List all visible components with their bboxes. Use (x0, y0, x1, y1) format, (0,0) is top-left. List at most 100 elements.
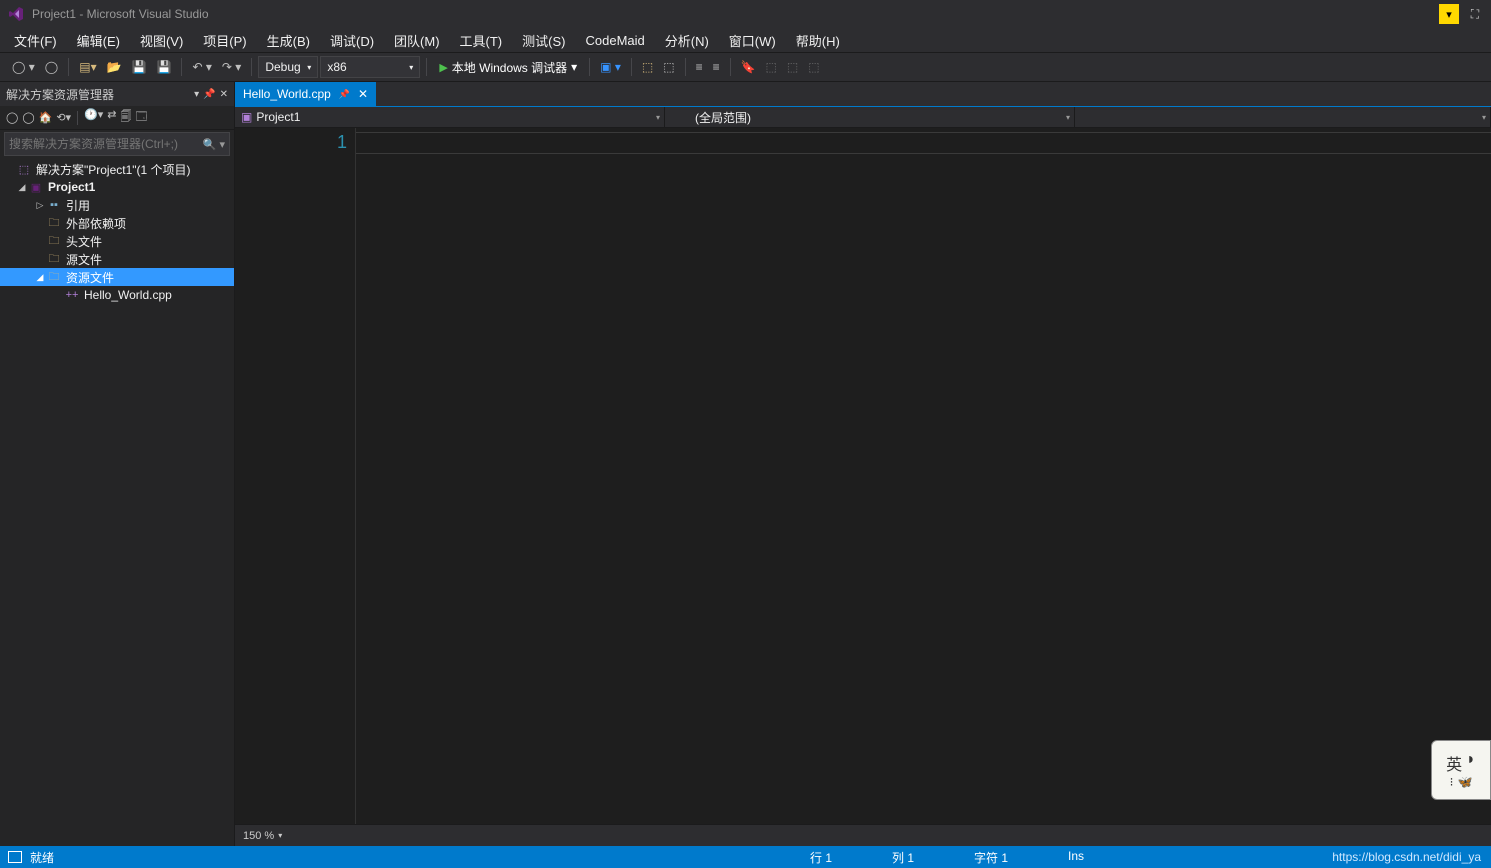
editor-tab-active[interactable]: Hello_World.cpp 📌 ✕ (235, 82, 376, 106)
ime-widget[interactable]: 英◗ ⁝🦋 (1431, 740, 1491, 800)
pin-icon[interactable]: 📌 (339, 89, 350, 100)
platform-dropdown[interactable]: x86▾ (320, 56, 420, 78)
nav-forward-icon[interactable]: ◯ (41, 56, 62, 78)
moon-icon: ◗ (1466, 751, 1476, 775)
refresh-icon[interactable]: 🕐▾ (84, 108, 103, 127)
ime-lang: 英 (1446, 751, 1462, 775)
main-toolbar: ◯ ▾ ◯ ▤▾ 📂 💾 💾 ↶ ▾ ↷ ▾ Debug▾ x86▾ ▶本地 W… (0, 52, 1491, 82)
search-icon[interactable]: 🔍 ▾ (203, 138, 225, 151)
properties-icon[interactable]: 🗔 (136, 108, 148, 127)
tab-label: Hello_World.cpp (243, 87, 331, 101)
close-icon[interactable]: ✕ (220, 89, 228, 100)
status-line: 行 1 (810, 849, 832, 866)
zoom-level[interactable]: 150 % (243, 830, 274, 842)
current-line-highlight (356, 132, 1491, 154)
line-gutter: 1 (235, 128, 355, 824)
bookmark-icon[interactable]: 🔖 (737, 56, 760, 78)
status-mode-icon[interactable] (8, 851, 22, 863)
code-surface[interactable] (355, 128, 1491, 824)
menu-edit[interactable]: 编辑(E) (67, 29, 130, 52)
menu-test[interactable]: 测试(S) (512, 29, 575, 52)
line-number: 1 (235, 132, 347, 153)
separator (181, 58, 182, 76)
navigation-bar: ▣ Project1 ▾ (全局范围) ▾ ▾ (235, 106, 1491, 128)
chevron-down-icon: ▾ (656, 113, 660, 122)
toolbar-icon[interactable]: ⬚ (804, 56, 823, 78)
toolbar-icon[interactable]: ⬚ (659, 56, 678, 78)
back-icon[interactable]: ◯ (6, 111, 18, 124)
nav-member-dropdown[interactable]: ▾ (1075, 107, 1491, 127)
forward-icon[interactable]: ◯ (22, 111, 34, 124)
toolbar-icon[interactable]: ⬚ (638, 56, 657, 78)
toolbar-icon[interactable]: ⬚ (762, 56, 781, 78)
folder-icon: 🗀 (46, 234, 62, 248)
collapse-icon[interactable]: ⇄ (107, 108, 116, 127)
collapse-icon[interactable]: ◢ (34, 272, 46, 283)
separator (68, 58, 69, 76)
home-icon[interactable]: 🏠 (39, 111, 53, 124)
menu-build[interactable]: 生成(B) (257, 29, 320, 52)
collapse-icon[interactable]: ◢ (16, 182, 28, 193)
status-ready: 就绪 (30, 849, 54, 866)
panel-toolbar: ◯ ◯ 🏠 ⟲▾ 🕐▾ ⇄ 🗐 🗔 (0, 106, 234, 130)
code-editor[interactable]: 1 (235, 128, 1491, 824)
project-icon: ▣ (241, 110, 252, 124)
solution-explorer: 解决方案资源管理器 ▾ 📌 ✕ ◯ ◯ 🏠 ⟲▾ 🕐▾ ⇄ 🗐 🗔 (0, 82, 235, 846)
pin-icon[interactable]: 📌 (203, 89, 215, 100)
close-icon[interactable]: ✕ (358, 87, 368, 101)
menu-project[interactable]: 项目(P) (193, 29, 256, 52)
editor-area: Hello_World.cpp 📌 ✕ ▣ Project1 ▾ (全局范围) … (235, 82, 1491, 846)
nav-project-dropdown[interactable]: ▣ Project1 ▾ (235, 107, 665, 127)
start-debug-button[interactable]: ▶本地 Windows 调试器 ▾ (433, 56, 583, 78)
references-node[interactable]: ▷ ▪▪ 引用 (0, 196, 234, 214)
chevron-down-icon[interactable]: ▾ (278, 831, 282, 840)
editor-tabs: Hello_World.cpp 📌 ✕ (235, 82, 1491, 106)
external-deps-node[interactable]: 🗀 外部依赖项 (0, 214, 234, 232)
save-all-icon[interactable]: 💾 (153, 56, 176, 78)
new-project-icon[interactable]: ▤▾ (75, 56, 100, 78)
headers-node[interactable]: 🗀 头文件 (0, 232, 234, 250)
menu-help[interactable]: 帮助(H) (786, 29, 850, 52)
separator (685, 58, 686, 76)
status-col: 列 1 (892, 849, 914, 866)
save-icon[interactable]: 💾 (128, 56, 151, 78)
indent-left-icon[interactable]: ≡ (692, 56, 707, 78)
panel-header: 解决方案资源管理器 ▾ 📌 ✕ (0, 82, 234, 106)
nav-back-icon[interactable]: ◯ ▾ (8, 56, 39, 78)
config-dropdown[interactable]: Debug▾ (258, 56, 318, 78)
butterfly-icon: 🦋 (1457, 775, 1472, 789)
open-file-icon[interactable]: 📂 (103, 56, 126, 78)
solution-node[interactable]: ⬚ 解决方案"Project1"(1 个项目) (0, 160, 234, 178)
menu-analyze[interactable]: 分析(N) (655, 29, 719, 52)
nav-scope-dropdown[interactable]: (全局范围) ▾ (665, 107, 1075, 127)
menu-team[interactable]: 团队(M) (384, 29, 450, 52)
menu-view[interactable]: 视图(V) (130, 29, 193, 52)
feedback-icon[interactable]: ⛶ (1465, 4, 1485, 24)
resources-node[interactable]: ◢ 🗀 资源文件 (0, 268, 234, 286)
notification-flag-icon[interactable]: ▾ (1439, 4, 1459, 24)
solution-tree: ⬚ 解决方案"Project1"(1 个项目) ◢ ▣ Project1 ▷ ▪… (0, 158, 234, 846)
separator (589, 58, 590, 76)
corner-icons: ▾ ⛶ (1439, 4, 1485, 24)
show-all-icon[interactable]: 🗐 (121, 108, 132, 127)
menu-window[interactable]: 窗口(W) (719, 29, 786, 52)
menu-tools[interactable]: 工具(T) (450, 29, 513, 52)
indent-right-icon[interactable]: ≡ (709, 56, 724, 78)
redo-icon[interactable]: ↷ ▾ (218, 56, 245, 78)
project-node[interactable]: ◢ ▣ Project1 (0, 178, 234, 196)
undo-icon[interactable]: ↶ ▾ (188, 56, 215, 78)
panel-menu-icon[interactable]: ▾ (194, 89, 199, 100)
search-box[interactable]: 🔍 ▾ (4, 132, 230, 156)
ime-opt[interactable]: ⁝ (1450, 775, 1454, 789)
menu-debug[interactable]: 调试(D) (320, 29, 384, 52)
sources-node[interactable]: 🗀 源文件 (0, 250, 234, 268)
menu-file[interactable]: 文件(F) (4, 29, 67, 52)
menu-codemaid[interactable]: CodeMaid (575, 31, 654, 50)
toolbar-icon[interactable]: ▣ ▾ (596, 56, 625, 78)
file-node[interactable]: ++ Hello_World.cpp (0, 286, 234, 304)
search-input[interactable] (9, 137, 203, 151)
window-title: Project1 - Microsoft Visual Studio (32, 7, 209, 21)
expand-icon[interactable]: ▷ (34, 200, 46, 211)
toolbar-icon[interactable]: ⬚ (783, 56, 802, 78)
sync-icon[interactable]: ⟲▾ (56, 111, 71, 124)
